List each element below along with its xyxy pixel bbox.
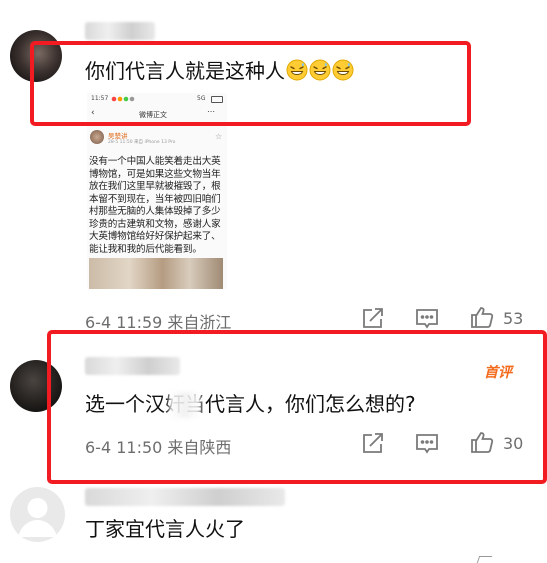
post-body-line: 大英博物馆给好好保护起来了、 (89, 231, 221, 242)
username-blurred[interactable] (85, 22, 155, 40)
highlight-box (30, 41, 471, 126)
author-avatar (90, 130, 104, 144)
like-count: 53 (503, 309, 524, 328)
post-meta: 28-5 11:50 来自 iPhone 13 Pro (108, 140, 176, 145)
username-blurred[interactable] (85, 488, 285, 506)
share-icon[interactable]: ☆ (215, 132, 222, 141)
post-body-line: 博物馆，可是如果这些文物当年 (89, 168, 221, 180)
comment-text: 丁家宜代言人火了 (85, 517, 245, 541)
comment-icon[interactable] (414, 306, 440, 332)
share-icon[interactable] (360, 305, 386, 331)
post-body-line: 放在我们这里早就被摧毁了，根 (89, 181, 221, 192)
post-body-line: 村那些无脑的人集体毁掉了多少 (89, 206, 221, 217)
default-avatar-icon (18, 498, 57, 537)
highlight-box (47, 330, 547, 484)
post-photo[interactable] (89, 258, 223, 289)
post-body-line: 没有一个中国人能笑着走出大英 (89, 156, 221, 167)
like-icon[interactable] (469, 304, 495, 330)
post-body-line: 本留不到现在，当年被四旧咱们 (89, 193, 221, 205)
post-body-line: 能让我和我的后代能看到。 (89, 243, 202, 255)
avatar[interactable] (10, 487, 65, 542)
post-body-line: 珍贵的古建筑和文物，感谢人家 (89, 218, 221, 230)
